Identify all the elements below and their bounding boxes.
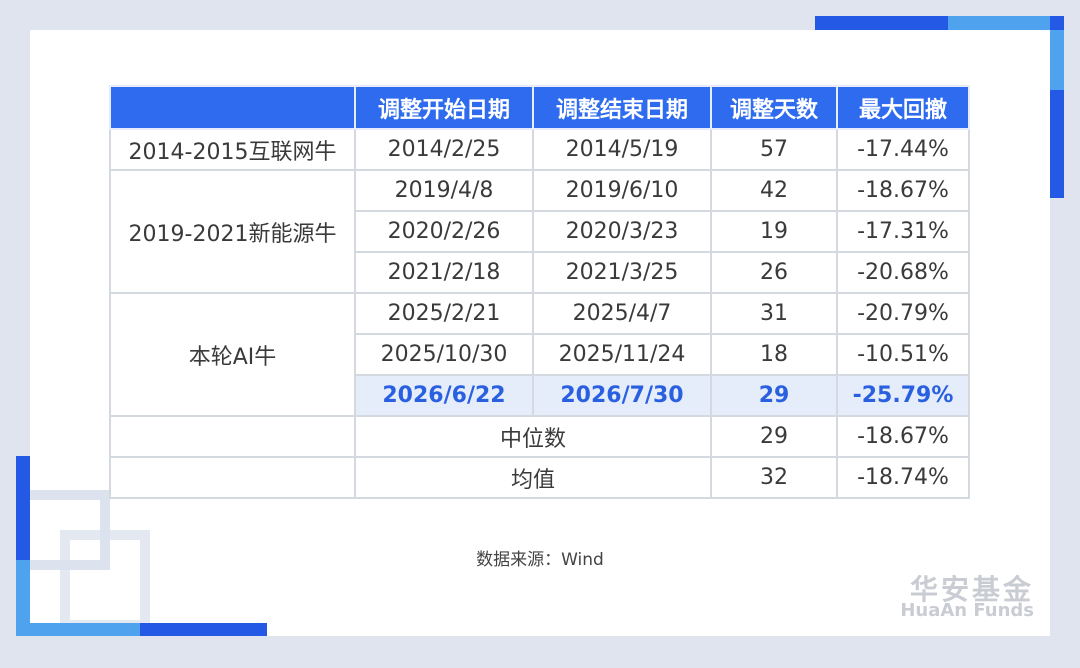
end-date-cell: 2025/4/7 — [532, 292, 712, 335]
decor-bar — [948, 16, 1050, 30]
days-cell: 31 — [710, 292, 838, 335]
days-cell: 29 — [710, 415, 838, 458]
decor-bar — [30, 623, 140, 636]
end-date-cell: 2026/7/30 — [532, 374, 712, 417]
header-days: 调整天数 — [710, 85, 838, 130]
days-cell: 26 — [710, 251, 838, 294]
drawdown-cell: -17.44% — [836, 128, 970, 171]
end-date-cell: 2020/3/23 — [532, 210, 712, 253]
start-date-cell: 2014/2/25 — [354, 128, 534, 171]
end-date-cell: 2019/6/10 — [532, 169, 712, 212]
drawdown-table: 调整开始日期 调整结束日期 调整天数 最大回撤 2014-2015互联网牛 20… — [109, 85, 970, 499]
summary-label: 中位数 — [354, 415, 712, 458]
drawdown-cell: -10.51% — [836, 333, 970, 376]
table-row: 本轮AI牛 2025/2/21 2025/4/7 31 -20.79% — [109, 292, 970, 417]
table-header-row: 调整开始日期 调整结束日期 调整天数 最大回撤 — [109, 85, 970, 130]
days-cell: 32 — [710, 456, 838, 499]
brand-logo-text-en: HuaAn Funds — [900, 600, 1034, 621]
days-cell: 19 — [710, 210, 838, 253]
end-date-cell: 2014/5/19 — [532, 128, 712, 171]
drawdown-cell: -25.79% — [836, 374, 970, 417]
start-date-cell: 2025/2/21 — [354, 292, 534, 335]
days-cell: 18 — [710, 333, 838, 376]
decor-bar — [1050, 30, 1064, 90]
start-date-cell: 2025/10/30 — [354, 333, 534, 376]
header-end-date: 调整结束日期 — [532, 85, 712, 130]
decor-bar — [815, 16, 948, 30]
table-row: 2014-2015互联网牛 2014/2/25 2014/5/19 57 -17… — [109, 128, 970, 171]
blank-cell — [109, 456, 356, 499]
start-date-cell: 2020/2/26 — [354, 210, 534, 253]
drawdown-cell: -18.67% — [836, 169, 970, 212]
summary-row-median: 中位数 29 -18.67% — [109, 415, 970, 458]
blank-cell — [109, 415, 356, 458]
data-source-note: 数据来源：Wind — [476, 550, 604, 570]
days-cell: 29 — [710, 374, 838, 417]
drawdown-cell: -17.31% — [836, 210, 970, 253]
end-date-cell: 2025/11/24 — [532, 333, 712, 376]
header-empty — [109, 85, 356, 130]
days-cell: 57 — [710, 128, 838, 171]
group-label: 2019-2021新能源牛 — [109, 169, 356, 294]
drawdown-cell: -20.79% — [836, 292, 970, 335]
header-drawdown: 最大回撤 — [836, 85, 970, 130]
decor-bar — [16, 560, 30, 636]
group-label: 2014-2015互联网牛 — [109, 128, 356, 171]
start-date-cell: 2021/2/18 — [354, 251, 534, 294]
table-row: 2019-2021新能源牛 2019/4/8 2019/6/10 42 -18.… — [109, 169, 970, 294]
drawdown-cell: -18.74% — [836, 456, 970, 499]
summary-row-mean: 均值 32 -18.74% — [109, 456, 970, 499]
start-date-cell: 2019/4/8 — [354, 169, 534, 212]
drawdown-cell: -20.68% — [836, 251, 970, 294]
start-date-cell: 2026/6/22 — [354, 374, 534, 417]
drawdown-cell: -18.67% — [836, 415, 970, 458]
header-start-date: 调整开始日期 — [354, 85, 534, 130]
group-label: 本轮AI牛 — [109, 292, 356, 417]
end-date-cell: 2021/3/25 — [532, 251, 712, 294]
days-cell: 42 — [710, 169, 838, 212]
summary-label: 均值 — [354, 456, 712, 499]
